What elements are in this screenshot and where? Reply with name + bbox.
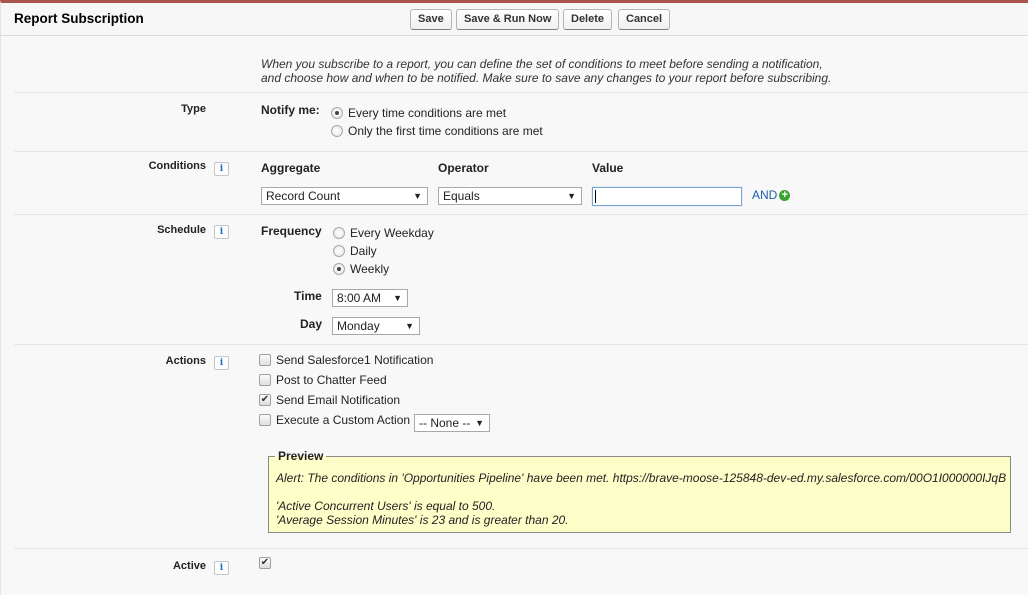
frequency-label: Frequency <box>261 224 322 238</box>
intro-line-1: When you subscribe to a report, you can … <box>261 57 823 71</box>
active-checkbox-row[interactable]: ✔ <box>259 557 276 569</box>
and-label: AND <box>752 188 778 202</box>
chevron-down-icon: ▼ <box>475 418 484 428</box>
radio-weekly[interactable]: Weekly <box>333 262 389 276</box>
info-icon[interactable]: i <box>214 561 229 575</box>
chevron-down-icon: ▼ <box>405 321 414 331</box>
checkbox-label: Send Salesforce1 Notification <box>276 353 434 367</box>
checkbox[interactable] <box>259 414 271 426</box>
operator-select[interactable]: Equals ▼ <box>438 187 582 205</box>
preview-box: Preview Alert: The conditions in 'Opport… <box>268 449 1011 533</box>
preview-alert-line: Alert: The conditions in 'Opportunities … <box>276 471 1007 485</box>
page-title: Report Subscription <box>14 11 144 26</box>
time-select[interactable]: 8:00 AM ▼ <box>332 289 408 307</box>
day-select-value: Monday <box>337 319 380 333</box>
info-icon[interactable]: i <box>214 162 229 176</box>
radio-daily[interactable]: Daily <box>333 244 377 258</box>
custom-action-select-value: -- None -- <box>419 416 471 430</box>
day-label: Day <box>300 317 323 331</box>
report-subscription-page: Report Subscription Save Save & Run Now … <box>0 0 1028 595</box>
divider <box>14 548 1028 549</box>
radio-label: Every time conditions are met <box>348 106 507 120</box>
radio-button-selected[interactable] <box>331 107 343 119</box>
divider <box>14 92 1028 93</box>
intro-line-2: and choose how and when to be notified. … <box>261 71 832 85</box>
radio-only-first-time[interactable]: Only the first time conditions are met <box>331 124 543 138</box>
type-section-label: Type <box>181 103 206 115</box>
add-icon[interactable]: + <box>779 189 791 201</box>
divider <box>14 214 1028 215</box>
chevron-down-icon: ▼ <box>567 191 576 201</box>
day-select[interactable]: Monday ▼ <box>332 317 420 335</box>
preview-condition-line: 'Average Session Minutes' is 23 and is g… <box>276 513 569 527</box>
divider <box>14 344 1028 345</box>
conditions-section-label: Conditions <box>148 160 206 172</box>
active-section-label: Active <box>172 560 206 572</box>
aggregate-select-value: Record Count <box>266 189 341 203</box>
aggregate-select[interactable]: Record Count ▼ <box>261 187 428 205</box>
time-label: Time <box>294 289 322 303</box>
checkmark-icon: ✔ <box>260 394 270 405</box>
operator-header: Operator <box>438 161 489 175</box>
add-condition-link[interactable]: AND + <box>752 188 791 202</box>
schedule-section-label: Schedule <box>157 224 206 236</box>
checkbox-label: Send Email Notification <box>276 393 401 407</box>
action-post-to-chatter-feed[interactable]: Post to Chatter Feed <box>259 373 387 387</box>
custom-action-select[interactable]: -- None -- ▼ <box>414 414 490 432</box>
checkbox[interactable] <box>259 354 271 366</box>
time-select-value: 8:00 AM <box>337 291 382 305</box>
checkbox[interactable] <box>259 374 271 386</box>
radio-every-time[interactable]: Every time conditions are met <box>331 106 506 120</box>
radio-button[interactable] <box>331 125 343 137</box>
checkbox-label: Post to Chatter Feed <box>276 373 387 387</box>
notify-me-label: Notify me: <box>261 103 320 117</box>
checkbox-label: Execute a Custom Action <box>276 413 411 427</box>
chevron-down-icon: ▼ <box>393 293 402 303</box>
divider <box>14 151 1028 152</box>
action-execute-custom-action[interactable]: Execute a Custom Action <box>259 413 410 427</box>
cancel-button[interactable]: Cancel <box>618 9 671 30</box>
info-icon[interactable]: i <box>214 356 229 370</box>
delete-button[interactable]: Delete <box>563 9 613 30</box>
radio-label: Weekly <box>350 262 390 276</box>
value-input[interactable] <box>592 187 742 206</box>
action-send-salesforce1-notification[interactable]: Send Salesforce1 Notification <box>259 353 433 367</box>
aggregate-header: Aggregate <box>261 161 321 175</box>
chevron-down-icon: ▼ <box>413 191 422 201</box>
operator-select-value: Equals <box>443 189 480 203</box>
save-and-run-now-button[interactable]: Save & Run Now <box>456 9 560 30</box>
checkmark-icon: ✔ <box>260 557 270 568</box>
radio-every-weekday[interactable]: Every Weekday <box>333 226 434 240</box>
radio-label: Only the first time conditions are met <box>348 124 543 138</box>
value-header: Value <box>592 161 624 175</box>
radio-button-selected[interactable] <box>333 263 345 275</box>
intro-text: When you subscribe to a report, you can … <box>261 57 831 85</box>
radio-button[interactable] <box>333 245 345 257</box>
save-button[interactable]: Save <box>410 9 452 30</box>
active-checkbox[interactable]: ✔ <box>259 557 271 569</box>
action-send-email-notification[interactable]: ✔ Send Email Notification <box>259 393 400 407</box>
radio-label: Daily <box>350 244 377 258</box>
page-header: Report Subscription Save Save & Run Now … <box>1 3 1028 36</box>
radio-button[interactable] <box>333 227 345 239</box>
radio-label: Every Weekday <box>350 226 434 240</box>
checkbox-checked[interactable]: ✔ <box>259 394 271 406</box>
actions-section-label: Actions <box>165 355 206 367</box>
info-icon[interactable]: i <box>214 225 229 239</box>
preview-condition-line: 'Active Concurrent Users' is equal to 50… <box>276 499 496 513</box>
preview-legend: Preview <box>275 449 327 463</box>
